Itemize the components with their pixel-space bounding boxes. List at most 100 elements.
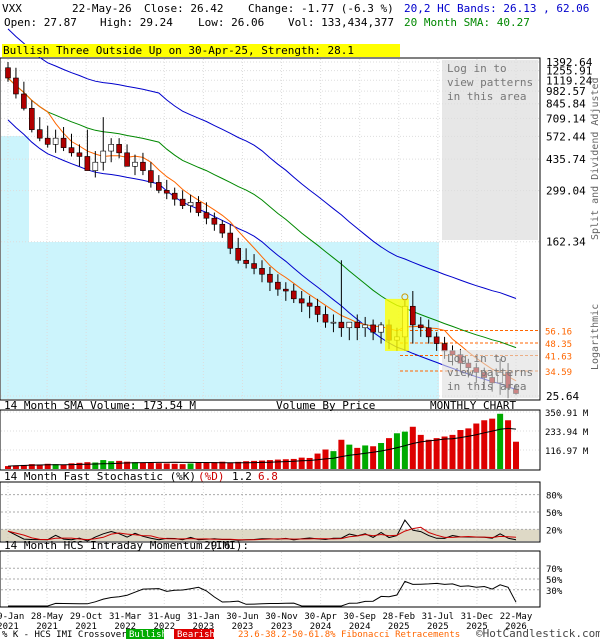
candle-body [163,190,170,194]
volume-bar [505,420,512,469]
candle-body [417,324,424,329]
vbp-label: Volume By Price [276,399,375,412]
candle-body [36,129,43,139]
volume-bar [330,451,337,469]
fib-label: 41.63 [545,352,572,362]
volume-bar [473,423,480,469]
candle-body [21,93,27,109]
volume-text: Vol: 133,434,377 [288,16,394,29]
candle-body [68,147,75,154]
candle-body [283,288,289,292]
imi-line [8,580,517,607]
candle-body [275,281,281,290]
candle-body [425,327,432,338]
volume-bar [147,462,154,469]
x-tick-label-month: 30-Sep [343,612,376,622]
volume-bar [298,457,305,469]
volume-bar [266,460,273,469]
x-tick-label-month: 31-Mar [109,612,142,622]
candle-body [259,268,265,275]
candle-body [203,212,210,219]
candle-body [124,152,130,167]
candle-body [148,170,154,183]
volume-bar [513,441,519,469]
x-tick-label-month: 28-May [31,612,64,622]
login-text-1: Log in to [447,62,507,75]
candle-body [322,314,329,323]
candle-body [195,202,202,213]
volume-bar [370,446,377,469]
date-text: 22-May-26 [72,2,132,15]
price-tick-label: 982.57 [546,85,586,98]
candle-body [410,305,416,326]
volume-bar [227,462,234,469]
pattern-highlight [385,298,409,351]
imi-tick-label: 50% [546,576,563,586]
x-tick-label-month: 30-Apr [304,612,337,622]
candle-body [314,305,321,315]
volume-bar [449,434,456,469]
x-tick-label-month: 31-Jan [187,612,220,622]
volume-bar [425,439,432,469]
price-tick-label: 435.74 [546,153,586,166]
volume-bar [417,434,424,469]
volume-bar [409,426,416,469]
chart-canvas: VXX 22-May-26 Close: 26.42 Change: -1.77… [0,2,600,640]
volume-bar [386,438,392,469]
sma-text: 20 Month SMA: 40.27 [404,16,530,29]
bullish-label: Bullish [129,630,167,640]
candle-body [338,321,345,329]
axis-title: Split and Dividend Adjusted [590,77,600,240]
candle-body [290,290,297,300]
crossover-label: % K - HCS IMI Crossover: [2,630,132,640]
price-tick-label: 572.44 [546,130,586,143]
price-tick-label: 299.04 [546,185,586,198]
hc-bands-text: 20,2 HC Bands: 26.13 , 62.06 [404,2,589,15]
candle-body [5,67,11,79]
close-text: Close: 26.42 [144,2,223,15]
candle-body [132,161,138,167]
volume-tick-label: 233.94 M [545,428,589,438]
volume-bar [259,460,265,469]
volume-sma-line [7,427,517,467]
volume-bar [489,418,496,469]
high-text: High: 29.24 [100,16,173,29]
volume-bar [84,462,91,469]
candle-body [370,324,376,333]
x-tick-label-month: 22-May [500,612,533,622]
x-tick-label-month: 29-Oct [70,612,103,622]
credit-text[interactable]: ©HotCandlestick.com [476,627,600,640]
candle-body [378,324,384,333]
volume-bar [274,459,281,469]
volume-bar [338,439,345,469]
x-tick-label-month: 30-Nov [265,612,298,622]
volume-bar [179,464,186,469]
volume-bar [393,433,400,469]
candle-body [433,336,440,344]
candle-body [306,302,313,307]
stoch-tick-label: 20% [546,526,563,536]
volume-bar [401,431,408,469]
volume-bar [441,436,448,469]
candle-body [100,150,107,163]
candle-body [171,192,178,200]
candle-body [441,343,448,352]
volume-bar [139,462,146,469]
x-tick-label-month: 30-Jun [226,612,259,622]
candle-body [354,321,361,329]
volume-bar [155,463,162,469]
candle-body [76,152,83,157]
imi-tick-label: 30% [546,587,563,597]
login-text-3: in this area [447,90,526,103]
volume-bar [100,460,107,469]
symbol-text: VXX [2,2,22,15]
volume-bar [354,447,361,469]
candle-body [235,248,241,261]
x-tick-label-month: 28-Feb [383,612,416,622]
x-tick-label-month: 31-Dec [461,612,494,622]
volume-bar [457,430,464,469]
candle-body [362,324,368,329]
login-text-2: view patterns [447,76,533,89]
imi-value: 29.6 [204,539,231,552]
candle-body [251,263,257,269]
